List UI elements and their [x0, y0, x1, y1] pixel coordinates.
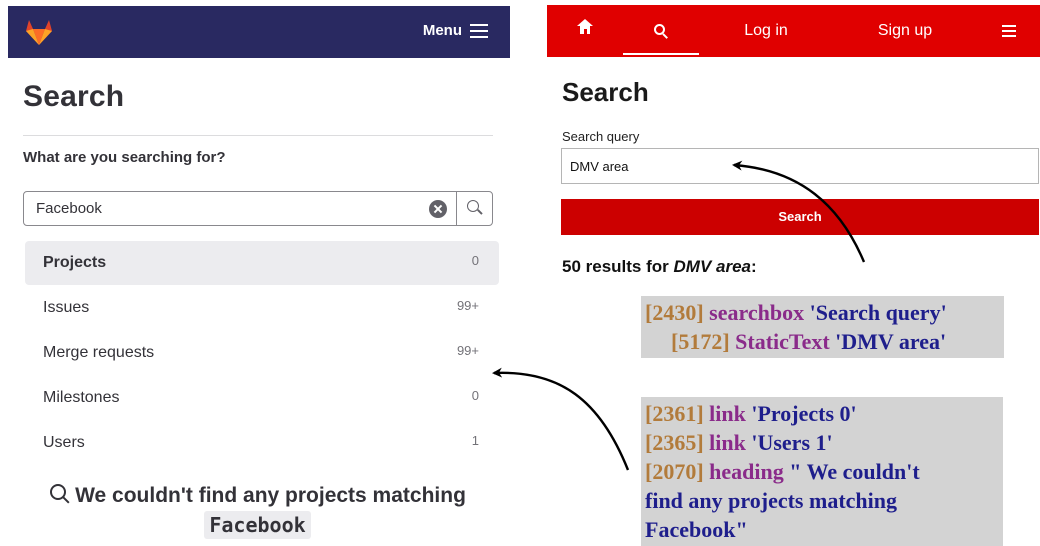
scope-count: 99+: [456, 343, 479, 358]
gitlab-logo[interactable]: [24, 18, 54, 46]
annotation-id: [2430]: [645, 300, 704, 325]
annotation-line: [2070] heading " We couldn't: [645, 457, 1003, 486]
annotation-box-searchbox: [2430] searchbox 'Search query' [5172] S…: [641, 296, 1004, 358]
menu-label: Menu: [422, 22, 462, 39]
annotation-line: [2430] searchbox 'Search query': [645, 298, 1004, 327]
search-subtitle: What are you searching for?: [23, 149, 226, 166]
clear-icon[interactable]: [429, 200, 447, 218]
annotation-name: Facebook": [645, 517, 748, 542]
annotation-id: [2365]: [645, 430, 704, 455]
nav-home[interactable]: [547, 5, 623, 57]
annotation-line: find any projects matching: [645, 486, 1003, 515]
annotation-name: find any projects matching: [645, 488, 897, 513]
page-title: Search: [23, 80, 125, 113]
annotation-id: [2070]: [645, 459, 704, 484]
scope-count: 99+: [456, 298, 479, 313]
annotation-line: Facebook": [645, 515, 1003, 544]
scope-label: Projects: [43, 254, 107, 271]
annotation-name: 'Projects 0': [751, 401, 857, 426]
search-page-title: Search: [562, 77, 649, 107]
scope-label: Milestones: [43, 389, 120, 406]
query-label: Search query: [562, 129, 640, 144]
menu-button[interactable]: Menu: [423, 22, 488, 39]
empty-state-term: Facebook: [204, 511, 311, 539]
nav-menu[interactable]: [977, 5, 1040, 57]
annotation-role: link: [709, 430, 746, 455]
annotation-role: StaticText: [735, 329, 830, 354]
wiki-top-bar: Log in Sign up: [547, 5, 1040, 57]
empty-state-text: We couldn't find any projects matching: [75, 484, 466, 507]
scope-count: 1: [471, 433, 479, 448]
nav-search[interactable]: [623, 5, 699, 57]
annotation-role: link: [709, 401, 746, 426]
results-heading: 50 results for DMV area:: [562, 257, 757, 277]
hamburger-icon: [1002, 25, 1016, 38]
scope-count: 0: [471, 388, 479, 403]
scope-issues[interactable]: Issues 99+: [25, 286, 499, 330]
divider: [23, 135, 493, 136]
nav-login[interactable]: Log in: [699, 5, 833, 57]
hamburger-icon: [470, 23, 488, 38]
search-icon: [467, 200, 483, 216]
search-box[interactable]: Facebook: [23, 191, 493, 226]
arrow-to-scope-list: [492, 367, 630, 471]
search-icon: [653, 23, 669, 40]
annotation-name: 'DMV area': [835, 329, 947, 354]
annotation-line: [2361] link 'Projects 0': [645, 399, 1003, 428]
scope-users[interactable]: Users 1: [25, 421, 499, 465]
empty-state-heading: We couldn't find any projects matching F…: [25, 481, 490, 541]
results-suffix: :: [750, 257, 757, 276]
scope-count: 0: [471, 253, 479, 268]
scope-label: Issues: [43, 299, 90, 316]
results-prefix: 50 results for: [562, 257, 674, 276]
nav-signup[interactable]: Sign up: [833, 5, 977, 57]
annotation-id: [5172]: [671, 329, 730, 354]
search-icon: [49, 483, 71, 505]
search-submit-button[interactable]: Search: [561, 199, 1039, 235]
scope-label: Users: [43, 434, 85, 451]
annotation-name: 'Users 1': [751, 430, 833, 455]
annotation-id: [2361]: [645, 401, 704, 426]
query-value: DMV area: [570, 159, 629, 174]
scope-projects[interactable]: Projects 0: [25, 241, 499, 285]
search-button[interactable]: [456, 192, 492, 225]
scope-milestones[interactable]: Milestones 0: [25, 376, 499, 420]
annotation-role: heading: [709, 459, 784, 484]
annotation-line: [2365] link 'Users 1': [645, 428, 1003, 457]
scope-label: Merge requests: [43, 344, 155, 361]
search-input[interactable]: Facebook: [36, 200, 102, 217]
annotation-name: 'Search query': [809, 300, 947, 325]
annotation-name: " We couldn't: [789, 459, 920, 484]
annotation-box-links: [2361] link 'Projects 0' [2365] link 'Us…: [641, 397, 1003, 546]
annotation-line: [5172] StaticText 'DMV area': [645, 327, 1004, 356]
annotation-role: searchbox: [709, 300, 805, 325]
scope-merge-requests[interactable]: Merge requests 99+: [25, 331, 499, 375]
results-term: DMV area: [673, 257, 751, 276]
query-input[interactable]: DMV area: [561, 148, 1039, 184]
home-icon: [577, 19, 593, 37]
gitlab-top-bar: Menu: [8, 6, 510, 58]
